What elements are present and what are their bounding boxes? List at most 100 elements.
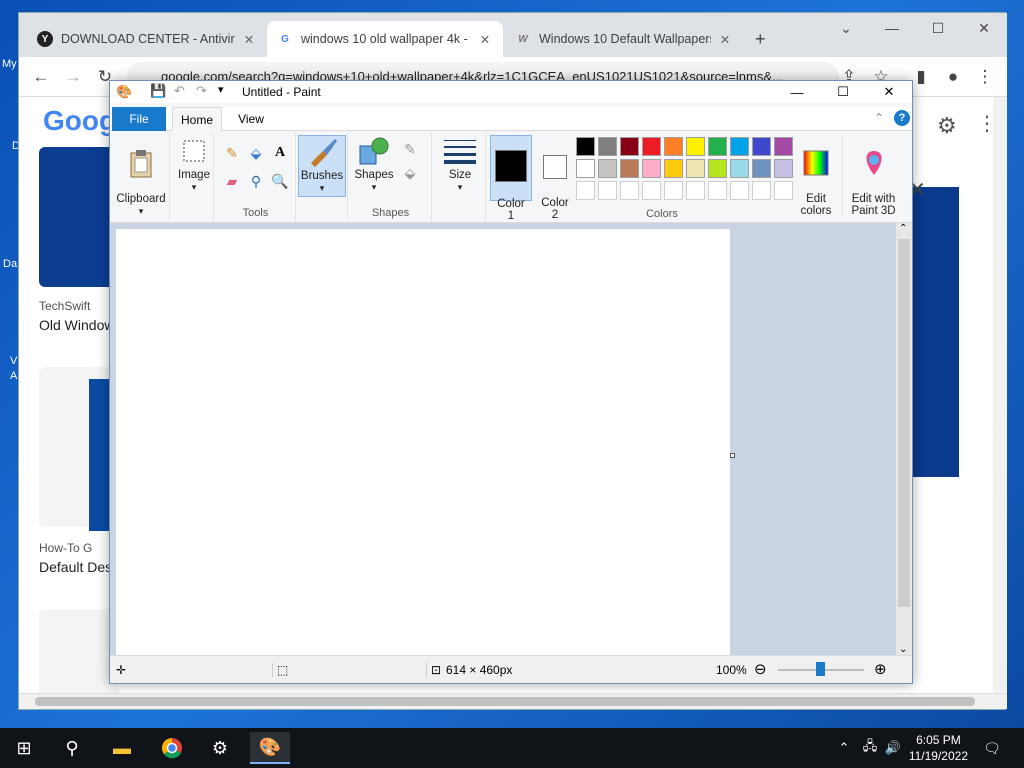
- text-tool-icon[interactable]: A: [270, 143, 290, 163]
- scroll-up-icon[interactable]: ⌃: [899, 223, 907, 234]
- tab-download-center[interactable]: Y DOWNLOAD CENTER - Antivirus ✕: [27, 21, 267, 57]
- image-button[interactable]: Image ▾: [174, 135, 214, 193]
- result-thumbnail[interactable]: [39, 147, 119, 287]
- palette-swatch[interactable]: [642, 181, 661, 200]
- close-tab-icon[interactable]: ✕: [477, 32, 493, 47]
- volume-icon[interactable]: 🔊: [882, 732, 904, 764]
- palette-swatch[interactable]: [598, 159, 617, 178]
- back-icon[interactable]: ←: [27, 63, 55, 91]
- outline-icon[interactable]: ✎: [400, 139, 420, 159]
- palette-swatch[interactable]: [642, 137, 661, 156]
- show-hidden-icons[interactable]: ⌃: [834, 732, 854, 764]
- clock[interactable]: 6:05 PM 11/19/2022: [909, 732, 968, 764]
- palette-swatch[interactable]: [774, 159, 793, 178]
- pencil-icon[interactable]: ✎: [222, 143, 242, 163]
- magnifier-icon[interactable]: 🔍: [270, 171, 290, 191]
- palette-swatch[interactable]: [708, 181, 727, 200]
- save-icon[interactable]: 💾: [150, 83, 166, 99]
- minimize-icon[interactable]: —: [869, 13, 915, 43]
- help-icon[interactable]: ?: [894, 110, 910, 126]
- settings-gear-icon[interactable]: ⚙: [937, 113, 957, 139]
- palette-swatch[interactable]: [686, 137, 705, 156]
- tab-google-search[interactable]: G windows 10 old wallpaper 4k - G ✕: [267, 21, 503, 57]
- tab-search-icon[interactable]: ⌄: [823, 13, 869, 43]
- maximize-icon[interactable]: ☐: [915, 13, 961, 43]
- paint-maximize-icon[interactable]: ☐: [820, 81, 866, 103]
- shapes-button[interactable]: Shapes ▾: [350, 135, 398, 193]
- result-thumbnail[interactable]: [39, 367, 119, 531]
- palette-swatch[interactable]: [752, 159, 771, 178]
- close-tab-icon[interactable]: ✕: [241, 32, 257, 47]
- palette-swatch[interactable]: [642, 159, 661, 178]
- collapse-ribbon-icon[interactable]: ⌃: [874, 111, 884, 125]
- color2-button[interactable]: Color 2: [534, 135, 576, 221]
- fill-bucket-icon[interactable]: ⬙: [246, 143, 266, 163]
- color1-button[interactable]: Color 1: [490, 135, 532, 222]
- palette-swatch[interactable]: [664, 159, 683, 178]
- resize-handle[interactable]: [730, 453, 735, 458]
- redo-icon[interactable]: ↷: [196, 83, 207, 99]
- new-tab-button[interactable]: +: [745, 21, 775, 57]
- palette-swatch[interactable]: [620, 181, 639, 200]
- menu-icon[interactable]: ⋮: [971, 63, 999, 91]
- size-button[interactable]: Size ▾: [438, 135, 482, 193]
- paint3d-button[interactable]: Edit with Paint 3D: [842, 135, 904, 217]
- close-window-icon[interactable]: ✕: [961, 13, 1007, 43]
- start-windows-icon[interactable]: ⊞: [4, 732, 44, 764]
- palette-swatch[interactable]: [576, 181, 595, 200]
- profile-icon[interactable]: ●: [939, 63, 967, 91]
- result-title[interactable]: Old Window: [39, 317, 114, 333]
- scroll-down-icon[interactable]: ⌄: [899, 644, 907, 655]
- tab-home[interactable]: Home: [172, 107, 222, 131]
- page-scrollbar[interactable]: [993, 97, 1007, 695]
- palette-swatch[interactable]: [576, 137, 595, 156]
- chrome-icon[interactable]: [152, 732, 192, 764]
- palette-swatch[interactable]: [664, 181, 683, 200]
- palette-swatch[interactable]: [686, 159, 705, 178]
- file-explorer-icon[interactable]: ▬: [102, 732, 142, 764]
- drawing-canvas[interactable]: [116, 229, 730, 657]
- paint-close-icon[interactable]: ✕: [866, 81, 912, 103]
- clipboard-button[interactable]: Clipboard ▾: [114, 135, 168, 217]
- search-icon[interactable]: ⚲: [52, 732, 92, 764]
- palette-swatch[interactable]: [598, 137, 617, 156]
- quick-access-dropdown-icon[interactable]: ▾: [218, 83, 224, 96]
- tab-file[interactable]: File: [112, 107, 166, 131]
- palette-swatch[interactable]: [598, 181, 617, 200]
- palette-swatch[interactable]: [752, 181, 771, 200]
- result-title[interactable]: Default Des: [39, 559, 112, 575]
- palette-swatch[interactable]: [708, 159, 727, 178]
- palette-swatch[interactable]: [620, 159, 639, 178]
- eraser-icon[interactable]: ▰: [222, 171, 242, 191]
- palette-swatch[interactable]: [576, 159, 595, 178]
- notifications-icon[interactable]: 🗨: [980, 732, 1004, 764]
- palette-swatch[interactable]: [730, 137, 749, 156]
- edit-colors-button[interactable]: Edit colors: [794, 135, 838, 217]
- palette-swatch[interactable]: [774, 137, 793, 156]
- forward-icon[interactable]: →: [59, 63, 87, 91]
- network-icon[interactable]: 🖧: [858, 732, 882, 764]
- zoom-slider-thumb[interactable]: [816, 662, 825, 676]
- tab-wallpapers[interactable]: W Windows 10 Default Wallpapers ✕: [505, 21, 743, 57]
- horizontal-scrollbar[interactable]: [19, 693, 1007, 709]
- palette-swatch[interactable]: [686, 181, 705, 200]
- apps-grid-icon[interactable]: ⋮: [977, 111, 997, 136]
- paint-minimize-icon[interactable]: —: [774, 81, 820, 103]
- paint-taskbar-icon[interactable]: 🎨: [250, 732, 290, 764]
- palette-swatch[interactable]: [730, 159, 749, 178]
- brushes-button[interactable]: Brushes ▾: [298, 135, 346, 197]
- canvas-scrollbar[interactable]: ⌃ ⌄: [896, 223, 912, 655]
- color-picker-icon[interactable]: ⚲: [246, 171, 266, 191]
- fill-icon[interactable]: ⬙: [400, 163, 420, 183]
- settings-icon[interactable]: ⚙: [200, 732, 240, 764]
- palette-swatch[interactable]: [620, 137, 639, 156]
- result-thumbnail[interactable]: [39, 609, 119, 695]
- palette-swatch[interactable]: [708, 137, 727, 156]
- zoom-out-icon[interactable]: ⊖: [754, 660, 767, 678]
- zoom-in-icon[interactable]: ⊕: [874, 660, 887, 678]
- undo-icon[interactable]: ↶: [174, 83, 185, 99]
- tab-view[interactable]: View: [228, 107, 274, 131]
- palette-swatch[interactable]: [730, 181, 749, 200]
- palette-swatch[interactable]: [752, 137, 771, 156]
- palette-swatch[interactable]: [664, 137, 683, 156]
